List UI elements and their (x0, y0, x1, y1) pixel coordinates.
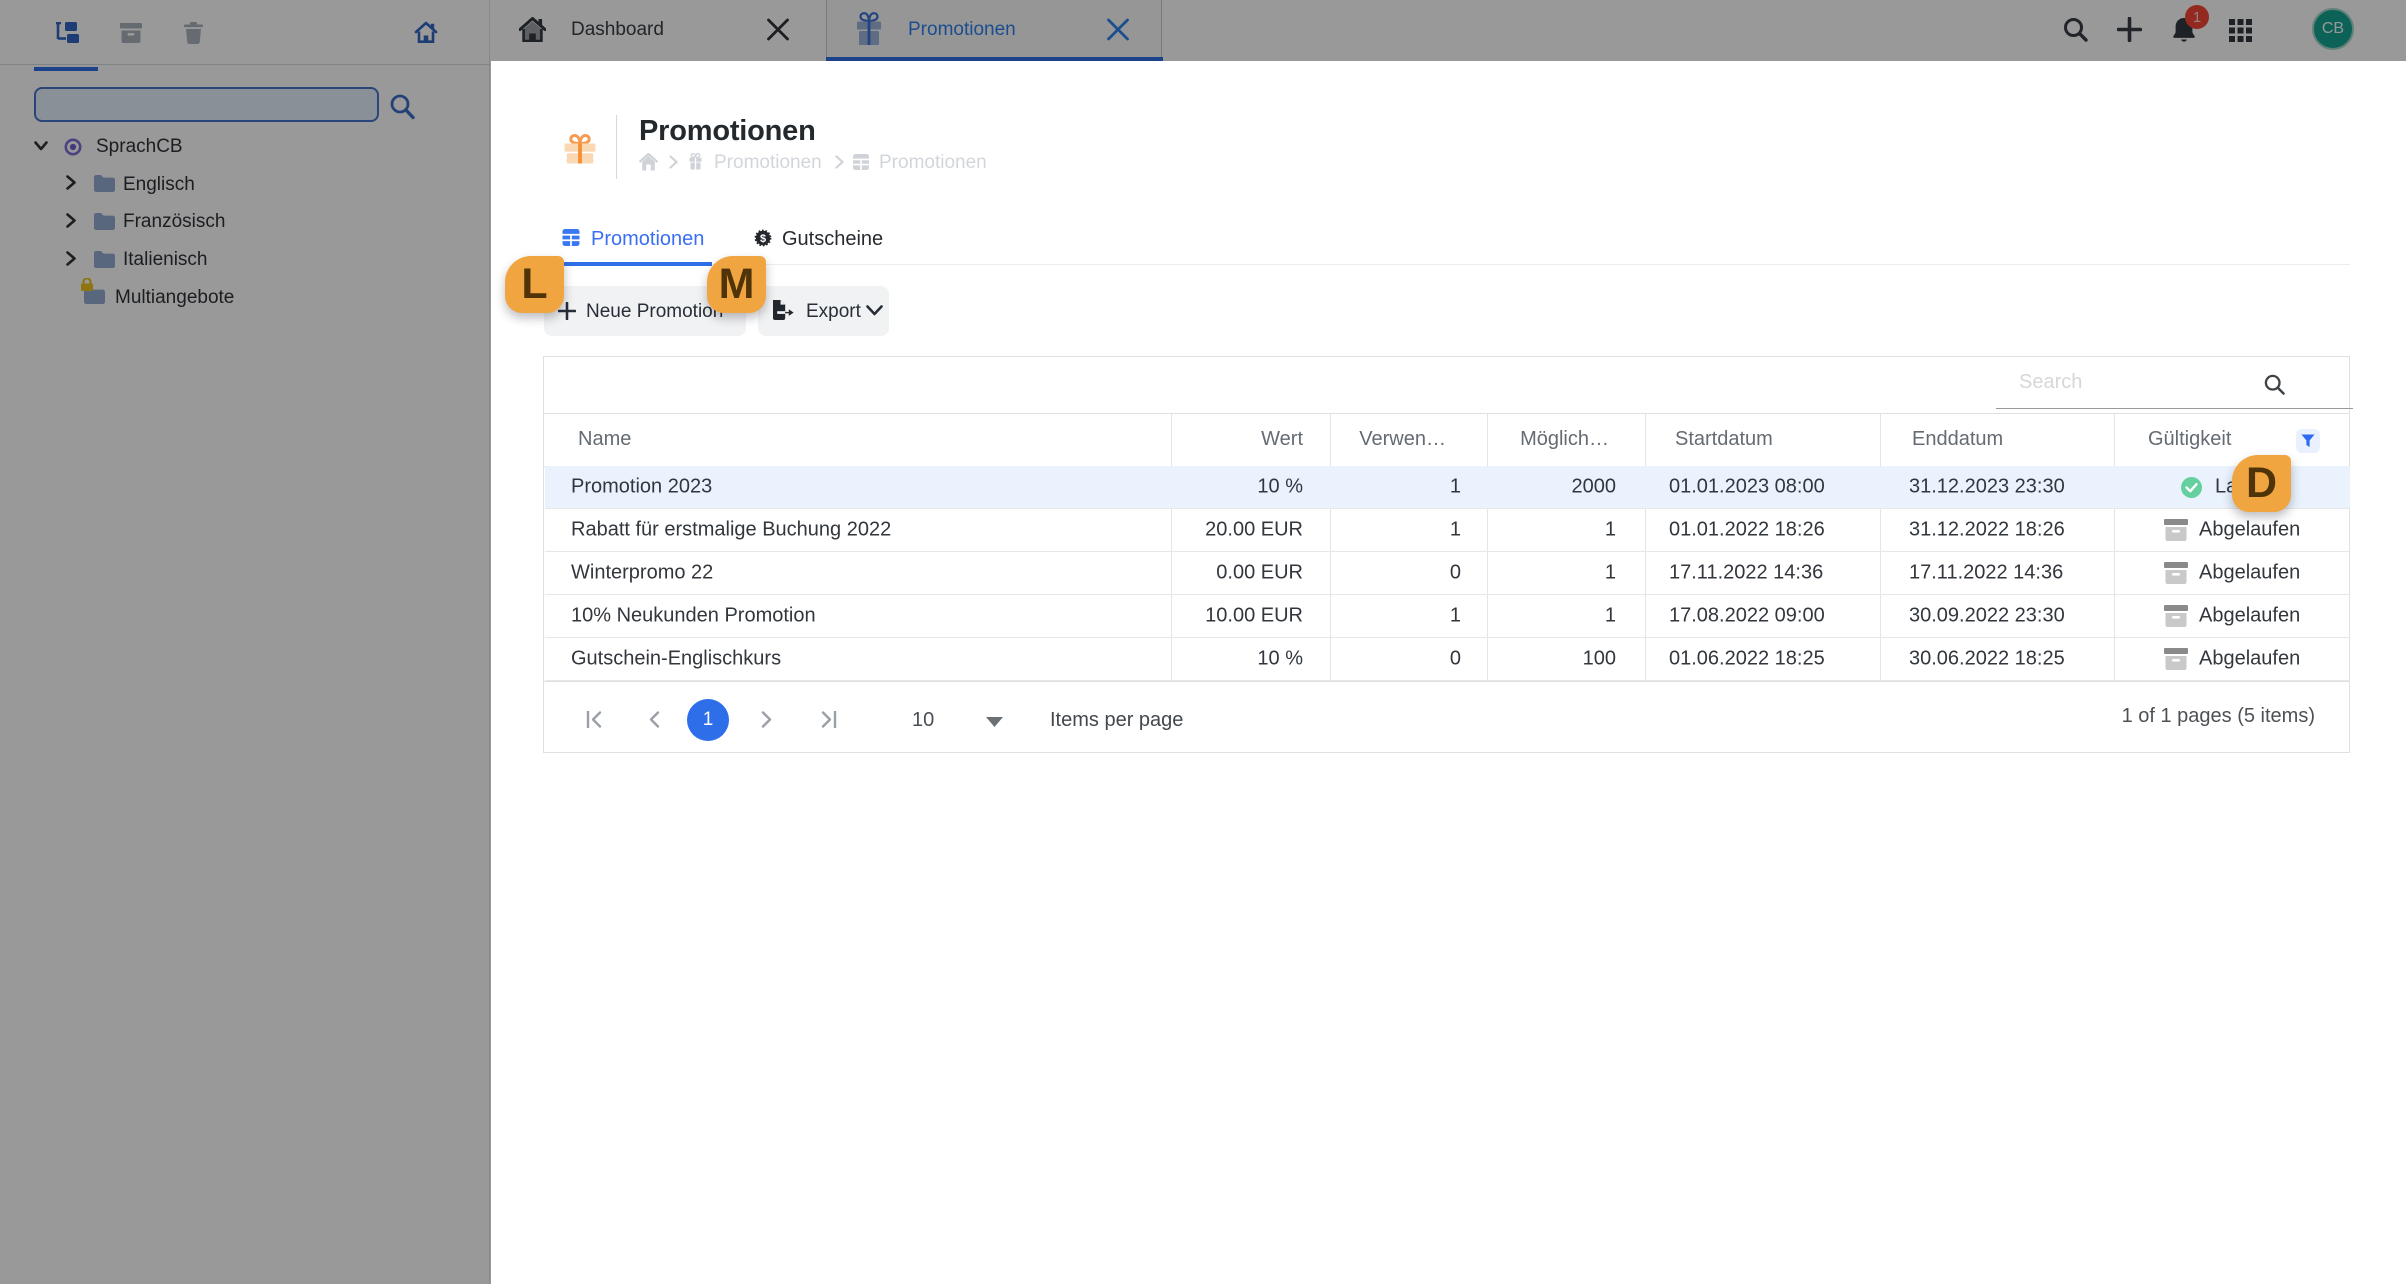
svg-text:$: $ (760, 233, 766, 245)
